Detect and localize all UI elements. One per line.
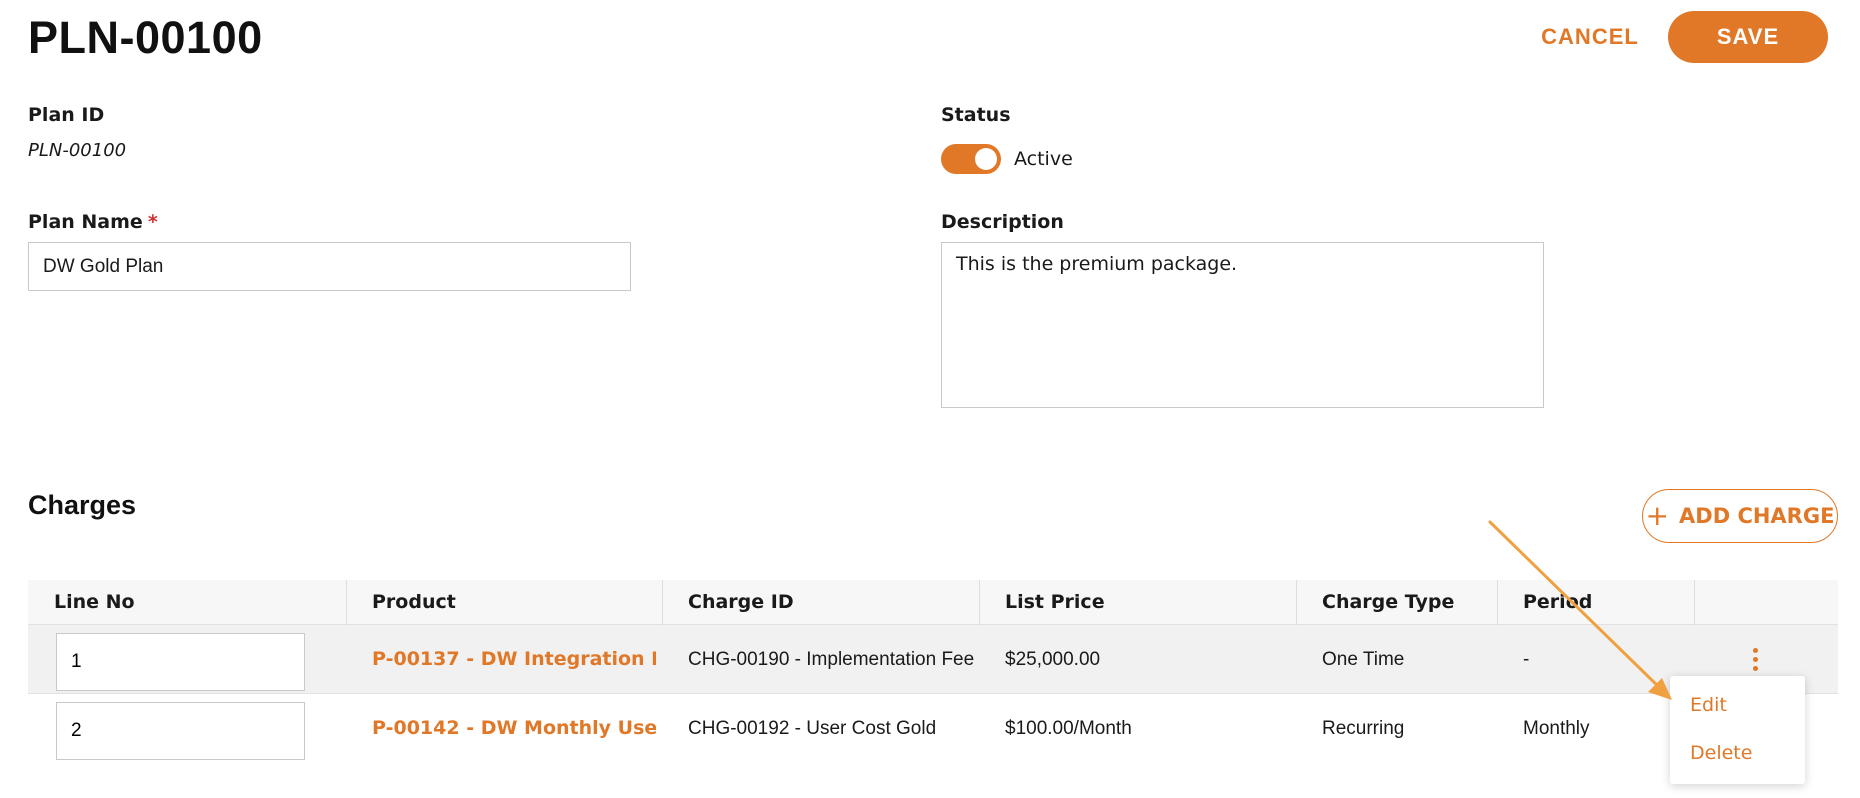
line-no-input[interactable] <box>56 633 305 691</box>
cancel-button[interactable]: CANCEL <box>1530 11 1650 63</box>
kebab-dot <box>1752 656 1758 662</box>
save-button[interactable]: SAVE <box>1668 11 1828 63</box>
plan-name-input[interactable] <box>28 242 631 291</box>
period-cell: Monthly <box>1523 718 1590 739</box>
add-charge-button[interactable]: + ADD CHARGE <box>1642 489 1838 543</box>
plan-name-label-text: Plan Name <box>28 211 143 233</box>
column-header-period[interactable]: Period <box>1497 580 1592 625</box>
menu-item-delete[interactable]: Delete <box>1690 742 1752 764</box>
list-price-cell: $25,000.00 <box>1005 649 1101 670</box>
status-toggle[interactable] <box>941 144 1001 174</box>
line-no-input[interactable] <box>56 702 305 760</box>
menu-item-edit[interactable]: Edit <box>1690 694 1727 716</box>
add-charge-label: ADD CHARGE <box>1679 504 1835 528</box>
column-header-list-price[interactable]: List Price <box>979 580 1105 625</box>
column-header-charge-type[interactable]: Charge Type <box>1296 580 1454 625</box>
description-label: Description <box>941 211 1064 233</box>
charges-section-title: Charges <box>28 490 137 520</box>
column-header-line-no[interactable]: Line No <box>28 580 135 625</box>
list-price-cell: $100.00/Month <box>1005 718 1132 739</box>
table-row: P-00142 - DW Monthly User Gol CHG-00192 … <box>28 694 1838 763</box>
charge-id-cell: CHG-00192 - User Cost Gold <box>688 718 937 739</box>
row-actions-menu: Edit Delete <box>1670 676 1805 784</box>
plan-name-label: Plan Name * <box>28 211 158 233</box>
charge-type-cell: One Time <box>1322 649 1405 670</box>
column-header-product[interactable]: Product <box>346 580 456 625</box>
product-link[interactable]: P-00137 - DW Integration Fee <box>372 648 656 670</box>
status-label: Status <box>941 104 1011 126</box>
charge-id-cell: CHG-00190 - Implementation Fee <box>688 649 975 670</box>
status-value: Active <box>1014 148 1073 170</box>
plus-icon: + <box>1645 499 1670 532</box>
kebab-dot <box>1752 665 1758 671</box>
page-title: PLN-00100 <box>28 12 263 63</box>
table-header: Line No Product Charge ID List Price Cha… <box>28 580 1838 625</box>
toggle-knob <box>975 148 997 170</box>
more-vertical-icon[interactable] <box>1744 644 1766 674</box>
period-cell: - <box>1523 649 1530 670</box>
column-divider <box>1694 580 1695 625</box>
required-marker: * <box>147 211 158 233</box>
product-link[interactable]: P-00142 - DW Monthly User Gol <box>372 717 656 739</box>
charge-type-cell: Recurring <box>1322 718 1405 739</box>
kebab-dot <box>1752 647 1758 653</box>
plan-id-value: PLN-00100 <box>28 140 127 161</box>
table-row: P-00137 - DW Integration Fee CHG-00190 -… <box>28 625 1838 694</box>
column-header-charge-id[interactable]: Charge ID <box>662 580 794 625</box>
description-textarea[interactable]: This is the premium package. <box>941 242 1544 408</box>
plan-id-label: Plan ID <box>28 104 105 126</box>
